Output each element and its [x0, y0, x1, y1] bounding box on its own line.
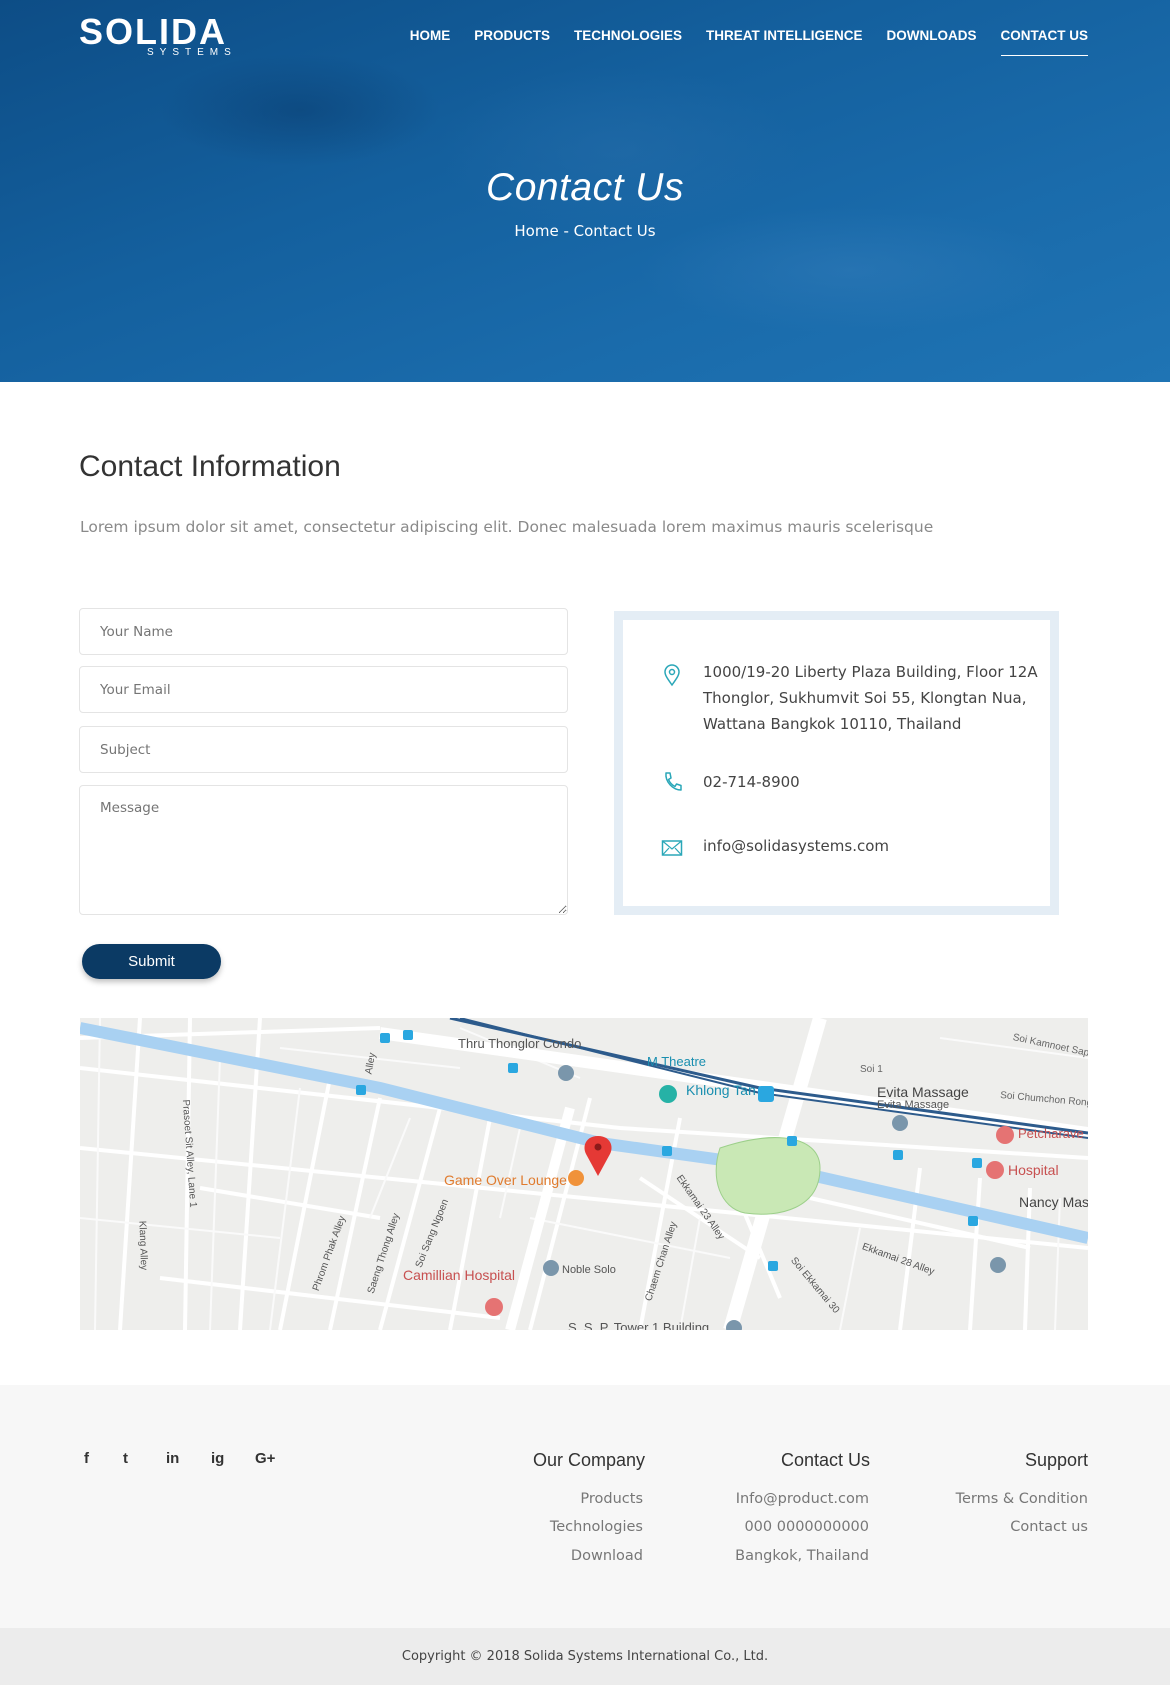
address-line-1: 1000/19-20 Liberty Plaza Building, Floor…: [703, 663, 1038, 681]
map-label: M Theatre: [647, 1054, 707, 1069]
footer-link-products[interactable]: Products: [580, 1491, 643, 1507]
hero-banner: SOLIDA SYSTEMS HOME PRODUCTS TECHNOLOGIE…: [0, 0, 1170, 382]
footer-contact-phone: 000 0000000000: [744, 1519, 869, 1535]
facebook-icon[interactable]: f: [84, 1450, 89, 1467]
map-label: Noble Solo: [562, 1264, 616, 1276]
map-label: Thru Thonglor Condo: [458, 1036, 582, 1051]
map-label: Hospital: [1008, 1162, 1059, 1178]
contact-info-card: 1000/19-20 Liberty Plaza Building, Floor…: [614, 611, 1059, 915]
footer-contact-email[interactable]: Info@product.com: [736, 1491, 869, 1507]
map-label: Evita Massage: [877, 1084, 969, 1100]
submit-button[interactable]: Submit: [82, 944, 221, 979]
footer-support-title: Support: [1024, 1450, 1088, 1470]
main-nav: HOME PRODUCTS TECHNOLOGIES THREAT INTELL…: [410, 28, 1088, 56]
location-marker-icon[interactable]: [584, 1136, 612, 1176]
map-canvas: [80, 1018, 1088, 1330]
address-text: 1000/19-20 Liberty Plaza Building, Floor…: [703, 659, 1038, 737]
logo-subtext: SYSTEMS: [147, 47, 237, 58]
copyright-bar: Copyright © 2018 Solida Systems Internat…: [0, 1628, 1170, 1685]
instagram-icon[interactable]: ig: [211, 1450, 224, 1467]
page-title: Contact Us: [486, 166, 684, 209]
nav-products[interactable]: PRODUCTS: [474, 28, 550, 56]
map-label: Evita Massage: [877, 1099, 950, 1111]
contact-section-description: Lorem ipsum dolor sit amet, consectetur …: [80, 518, 934, 536]
nav-downloads[interactable]: DOWNLOADS: [887, 28, 977, 56]
email-field[interactable]: [79, 666, 568, 713]
address-line-2: Thonglor, Sukhumvit Soi 55, Klongtan Nua…: [703, 689, 1027, 707]
footer: f t in ig G+ Our Company Products Techno…: [0, 1385, 1170, 1628]
footer-link-terms[interactable]: Terms & Condition: [956, 1491, 1088, 1507]
location-pin-icon: [664, 664, 680, 687]
location-map[interactable]: Thru Thonglor Condo M Theatre Khlong Tan…: [80, 1018, 1088, 1330]
map-label: Camillian Hospital: [403, 1267, 516, 1283]
park-area: [715, 1137, 821, 1215]
contact-section-title: Contact Information: [79, 450, 341, 483]
footer-company-title: Our Company: [532, 1450, 645, 1470]
map-label: Klang Alley: [136, 1220, 150, 1271]
envelope-icon: [661, 840, 683, 856]
map-label: Khlong Tan: [686, 1082, 756, 1098]
twitter-icon[interactable]: t: [123, 1450, 128, 1467]
footer-contact-title: Contact Us: [780, 1450, 870, 1470]
map-label: Game Over Lounge: [444, 1172, 567, 1188]
nav-contact-us[interactable]: CONTACT US: [1000, 28, 1088, 56]
nav-home[interactable]: HOME: [410, 28, 451, 56]
logo[interactable]: SOLIDA SYSTEMS: [79, 11, 231, 59]
map-label: Nancy Mas: [1019, 1194, 1088, 1210]
map-label: Soi 1: [860, 1064, 883, 1075]
nav-threat-intelligence[interactable]: THREAT INTELLIGENCE: [706, 28, 863, 56]
footer-contact-location: Bangkok, Thailand: [735, 1548, 869, 1564]
footer-link-download[interactable]: Download: [571, 1548, 643, 1564]
logo-text: SOLIDA: [79, 11, 228, 52]
subject-field[interactable]: [79, 726, 568, 773]
footer-link-contact-us[interactable]: Contact us: [1010, 1519, 1088, 1535]
google-plus-icon[interactable]: G+: [255, 1450, 275, 1467]
footer-link-technologies[interactable]: Technologies: [550, 1519, 643, 1535]
phone-icon: [665, 772, 682, 791]
linkedin-icon[interactable]: in: [166, 1450, 179, 1467]
map-label: S. S. P. Tower 1 Building: [568, 1320, 710, 1330]
nav-technologies[interactable]: TECHNOLOGIES: [574, 28, 682, 56]
email-text[interactable]: info@solidasystems.com: [703, 833, 889, 859]
map-label: Petcharave: [1018, 1126, 1084, 1141]
phone-text[interactable]: 02-714-8900: [703, 769, 800, 795]
breadcrumb[interactable]: Home - Contact Us: [0, 222, 1170, 240]
message-field[interactable]: [79, 785, 568, 915]
address-line-3: Wattana Bangkok 10110, Thailand: [703, 715, 962, 733]
name-field[interactable]: [79, 608, 568, 655]
